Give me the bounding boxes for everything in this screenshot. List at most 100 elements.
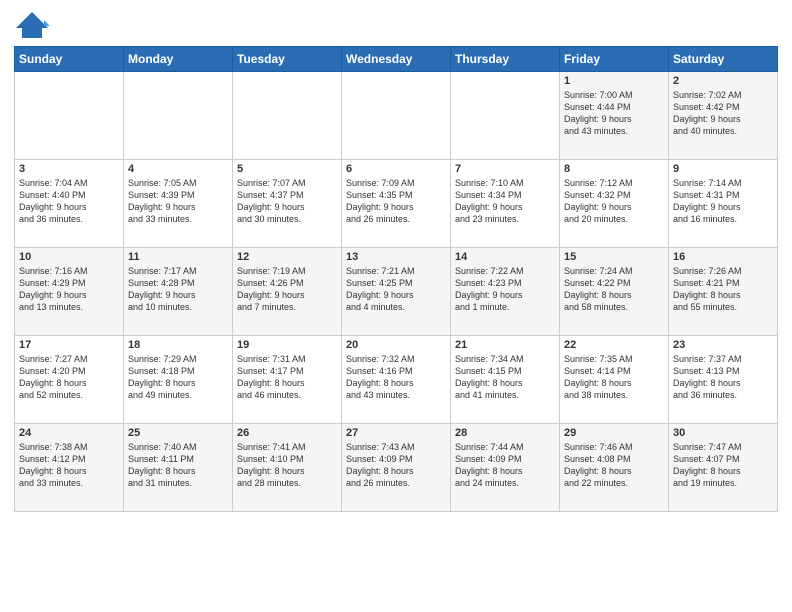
calendar-week-row: 17 Sunrise: 7:27 AM Sunset: 4:20 PM Dayli… (15, 336, 778, 424)
day-info: Sunrise: 7:35 AM Sunset: 4:14 PM Dayligh… (564, 353, 664, 402)
day-number: 7 (455, 163, 555, 175)
calendar-cell: 29Sunrise: 7:46 AM Sunset: 4:08 PM Dayli… (560, 424, 669, 512)
logo-icon (14, 10, 50, 40)
day-info: Sunrise: 7:16 AM Sunset: 4:29 PM Dayligh… (19, 265, 119, 314)
calendar-cell: 26 Sunrise: 7:41 AM Sunset: 4:10 PM Dayli… (233, 424, 342, 512)
day-info: Sunrise: 7:12 AM Sunset: 4:32 PM Dayligh… (564, 177, 664, 226)
day-number: 2 (673, 75, 773, 87)
day-info: Sunrise: 7:24 AM Sunset: 4:22 PM Dayligh… (564, 265, 664, 314)
calendar-cell: 10 Sunrise: 7:16 AM Sunset: 4:29 PM Dayli… (15, 248, 124, 336)
day-info: Sunrise: 7:00 AM Sunset: 4:44 PM Dayligh… (564, 89, 664, 138)
calendar-week-row: 24 Sunrise: 7:38 AM Sunset: 4:12 PM Dayli… (15, 424, 778, 512)
day-info: Sunrise: 7:37 AM Sunset: 4:13 PM Dayligh… (673, 353, 773, 402)
day-info: Sunrise: 7:34 AM Sunset: 4:15 PM Dayligh… (455, 353, 555, 402)
day-number: 17 (19, 339, 119, 351)
calendar-cell: 12 Sunrise: 7:19 AM Sunset: 4:26 PM Dayli… (233, 248, 342, 336)
day-info: Sunrise: 7:32 AM Sunset: 4:16 PM Dayligh… (346, 353, 446, 402)
calendar-cell: 30Sunrise: 7:47 AM Sunset: 4:07 PM Dayli… (669, 424, 778, 512)
calendar-cell: 14 Sunrise: 7:22 AM Sunset: 4:23 PM Dayli… (451, 248, 560, 336)
day-info: Sunrise: 7:21 AM Sunset: 4:25 PM Dayligh… (346, 265, 446, 314)
day-number: 25 (128, 427, 228, 439)
calendar-cell: 7 Sunrise: 7:10 AM Sunset: 4:34 PM Daylig… (451, 160, 560, 248)
calendar-cell: 15 Sunrise: 7:24 AM Sunset: 4:22 PM Dayli… (560, 248, 669, 336)
day-info: Sunrise: 7:17 AM Sunset: 4:28 PM Dayligh… (128, 265, 228, 314)
day-number: 5 (237, 163, 337, 175)
calendar-cell: 19 Sunrise: 7:31 AM Sunset: 4:17 PM Dayli… (233, 336, 342, 424)
day-info: Sunrise: 7:43 AM Sunset: 4:09 PM Dayligh… (346, 441, 446, 490)
calendar-cell: 11 Sunrise: 7:17 AM Sunset: 4:28 PM Dayli… (124, 248, 233, 336)
day-number: 9 (673, 163, 773, 175)
day-number: 10 (19, 251, 119, 263)
weekday-header: Wednesday (342, 47, 451, 72)
day-info: Sunrise: 7:05 AM Sunset: 4:39 PM Dayligh… (128, 177, 228, 226)
day-info: Sunrise: 7:38 AM Sunset: 4:12 PM Dayligh… (19, 441, 119, 490)
day-info: Sunrise: 7:26 AM Sunset: 4:21 PM Dayligh… (673, 265, 773, 314)
weekday-header: Monday (124, 47, 233, 72)
calendar-cell: 16 Sunrise: 7:26 AM Sunset: 4:21 PM Dayli… (669, 248, 778, 336)
day-number: 26 (237, 427, 337, 439)
calendar-cell: 24 Sunrise: 7:38 AM Sunset: 4:12 PM Dayli… (15, 424, 124, 512)
weekday-header: Tuesday (233, 47, 342, 72)
day-info: Sunrise: 7:41 AM Sunset: 4:10 PM Dayligh… (237, 441, 337, 490)
day-number: 11 (128, 251, 228, 263)
day-info: Sunrise: 7:27 AM Sunset: 4:20 PM Dayligh… (19, 353, 119, 402)
day-info: Sunrise: 7:10 AM Sunset: 4:34 PM Dayligh… (455, 177, 555, 226)
day-number: 3 (19, 163, 119, 175)
calendar-cell: 21 Sunrise: 7:34 AM Sunset: 4:15 PM Dayli… (451, 336, 560, 424)
day-number: 18 (128, 339, 228, 351)
weekday-header: Thursday (451, 47, 560, 72)
calendar-cell: 18 Sunrise: 7:29 AM Sunset: 4:18 PM Dayli… (124, 336, 233, 424)
day-number: 22 (564, 339, 664, 351)
day-number: 20 (346, 339, 446, 351)
calendar-cell (342, 72, 451, 160)
weekday-header: Friday (560, 47, 669, 72)
day-number: 14 (455, 251, 555, 263)
day-info: Sunrise: 7:04 AM Sunset: 4:40 PM Dayligh… (19, 177, 119, 226)
day-number: 23 (673, 339, 773, 351)
day-info: Sunrise: 7:14 AM Sunset: 4:31 PM Dayligh… (673, 177, 773, 226)
calendar-cell: 28 Sunrise: 7:44 AM Sunset: 4:09 PM Dayli… (451, 424, 560, 512)
day-number: 24 (19, 427, 119, 439)
day-number: 29 (564, 427, 664, 439)
calendar-table: SundayMondayTuesdayWednesdayThursdayFrid… (14, 46, 778, 512)
calendar-cell (124, 72, 233, 160)
page: SundayMondayTuesdayWednesdayThursdayFrid… (0, 0, 792, 612)
day-info: Sunrise: 7:47 AM Sunset: 4:07 PM Dayligh… (673, 441, 773, 490)
day-info: Sunrise: 7:07 AM Sunset: 4:37 PM Dayligh… (237, 177, 337, 226)
day-info: Sunrise: 7:44 AM Sunset: 4:09 PM Dayligh… (455, 441, 555, 490)
weekday-header: Saturday (669, 47, 778, 72)
day-number: 21 (455, 339, 555, 351)
day-number: 16 (673, 251, 773, 263)
day-info: Sunrise: 7:22 AM Sunset: 4:23 PM Dayligh… (455, 265, 555, 314)
day-info: Sunrise: 7:31 AM Sunset: 4:17 PM Dayligh… (237, 353, 337, 402)
calendar-cell: 20 Sunrise: 7:32 AM Sunset: 4:16 PM Dayli… (342, 336, 451, 424)
day-number: 12 (237, 251, 337, 263)
weekday-header: Sunday (15, 47, 124, 72)
calendar-cell: 4Sunrise: 7:05 AM Sunset: 4:39 PM Daylig… (124, 160, 233, 248)
day-number: 1 (564, 75, 664, 87)
day-info: Sunrise: 7:19 AM Sunset: 4:26 PM Dayligh… (237, 265, 337, 314)
day-number: 13 (346, 251, 446, 263)
day-number: 27 (346, 427, 446, 439)
day-number: 15 (564, 251, 664, 263)
day-number: 8 (564, 163, 664, 175)
calendar-cell: 27 Sunrise: 7:43 AM Sunset: 4:09 PM Dayli… (342, 424, 451, 512)
calendar-cell: 17 Sunrise: 7:27 AM Sunset: 4:20 PM Dayli… (15, 336, 124, 424)
day-info: Sunrise: 7:40 AM Sunset: 4:11 PM Dayligh… (128, 441, 228, 490)
day-number: 28 (455, 427, 555, 439)
logo (14, 10, 54, 40)
day-info: Sunrise: 7:29 AM Sunset: 4:18 PM Dayligh… (128, 353, 228, 402)
calendar-week-row: 1 Sunrise: 7:00 AM Sunset: 4:44 PM Daylig… (15, 72, 778, 160)
calendar-cell: 25 Sunrise: 7:40 AM Sunset: 4:11 PM Dayli… (124, 424, 233, 512)
calendar-cell: 5 Sunrise: 7:07 AM Sunset: 4:37 PM Daylig… (233, 160, 342, 248)
calendar-cell (451, 72, 560, 160)
day-number: 19 (237, 339, 337, 351)
day-number: 6 (346, 163, 446, 175)
weekday-header-row: SundayMondayTuesdayWednesdayThursdayFrid… (15, 47, 778, 72)
calendar-cell: 3 Sunrise: 7:04 AM Sunset: 4:40 PM Daylig… (15, 160, 124, 248)
calendar-cell: 1 Sunrise: 7:00 AM Sunset: 4:44 PM Daylig… (560, 72, 669, 160)
calendar-cell: 2Sunrise: 7:02 AM Sunset: 4:42 PM Daylig… (669, 72, 778, 160)
calendar-cell: 9 Sunrise: 7:14 AM Sunset: 4:31 PM Daylig… (669, 160, 778, 248)
day-info: Sunrise: 7:09 AM Sunset: 4:35 PM Dayligh… (346, 177, 446, 226)
calendar-cell: 8 Sunrise: 7:12 AM Sunset: 4:32 PM Daylig… (560, 160, 669, 248)
